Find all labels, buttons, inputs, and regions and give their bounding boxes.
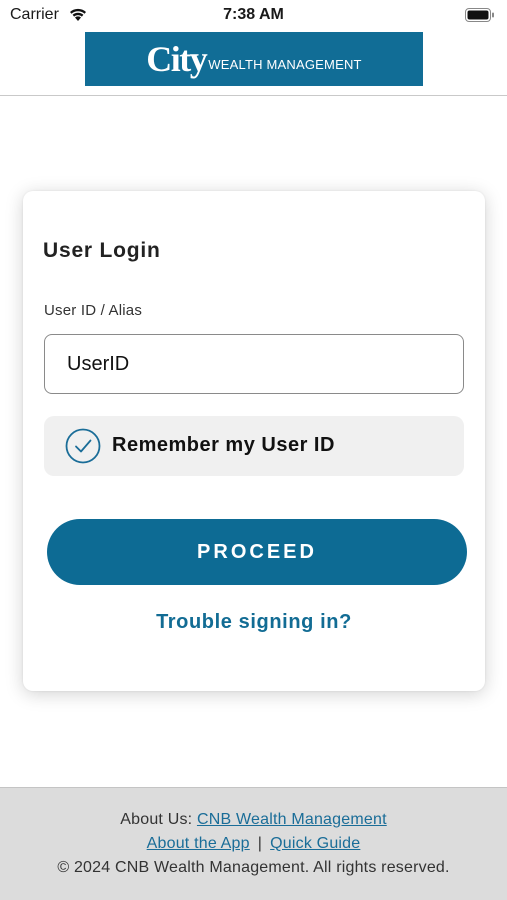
app-footer: About Us: CNB Wealth Management About th… xyxy=(0,787,507,900)
logo-city-text: City xyxy=(146,39,208,79)
userid-label: User ID / Alias xyxy=(44,302,143,319)
login-title: User Login xyxy=(43,239,161,262)
userid-input[interactable] xyxy=(44,334,464,394)
footer-links-line: About the App | Quick Guide xyxy=(0,835,507,853)
about-us-prefix: About Us: xyxy=(120,811,197,828)
trouble-signing-in-link[interactable]: Trouble signing in? xyxy=(23,611,485,634)
battery-icon xyxy=(465,8,495,27)
logo-wealth-text: WEALTH MANAGEMENT xyxy=(208,56,362,72)
remember-userid-toggle[interactable]: Remember my User ID xyxy=(44,416,464,476)
city-wealth-logo: City WEALTH MANAGEMENT xyxy=(85,32,423,86)
footer-about-line: About Us: CNB Wealth Management xyxy=(0,811,507,829)
link-separator: | xyxy=(257,835,263,852)
about-app-link[interactable]: About the App xyxy=(147,835,250,852)
login-card: User Login User ID / Alias Remember my U… xyxy=(23,191,485,691)
app-header: City WEALTH MANAGEMENT xyxy=(0,30,507,96)
check-circle-icon[interactable] xyxy=(65,428,101,464)
quick-guide-link[interactable]: Quick Guide xyxy=(270,835,360,852)
status-bar: Carrier 7:38 AM xyxy=(0,0,507,30)
copyright-text: © 2024 CNB Wealth Management. All rights… xyxy=(57,859,450,876)
clock-time: 7:38 AM xyxy=(223,6,284,23)
proceed-button[interactable]: PROCEED xyxy=(47,519,467,585)
remember-userid-label: Remember my User ID xyxy=(112,434,335,456)
cnb-wealth-link[interactable]: CNB Wealth Management xyxy=(197,811,387,828)
